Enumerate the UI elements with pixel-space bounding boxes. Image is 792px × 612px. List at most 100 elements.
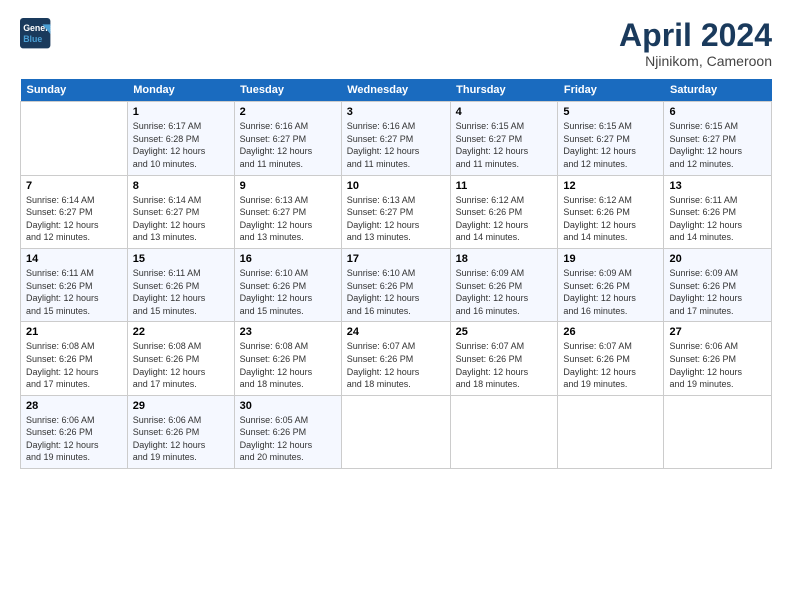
- day-info: Sunrise: 6:09 AM Sunset: 6:26 PM Dayligh…: [669, 268, 742, 316]
- day-number: 14: [26, 253, 122, 265]
- day-number: 29: [133, 400, 229, 412]
- day-info: Sunrise: 6:16 AM Sunset: 6:27 PM Dayligh…: [347, 121, 420, 169]
- day-cell: 10 Sunrise: 6:13 AM Sunset: 6:27 PM Dayli…: [341, 175, 450, 248]
- day-number: 9: [240, 180, 336, 192]
- main-title: April 2024: [619, 18, 772, 53]
- day-info: Sunrise: 6:09 AM Sunset: 6:26 PM Dayligh…: [563, 268, 636, 316]
- week-row-3: 14 Sunrise: 6:11 AM Sunset: 6:26 PM Dayli…: [21, 248, 772, 321]
- header: General Blue April 2024 Njinikom, Camero…: [20, 18, 772, 69]
- day-number: 15: [133, 253, 229, 265]
- day-cell: 22Sunrise: 6:08 AM Sunset: 6:26 PM Dayli…: [127, 322, 234, 395]
- day-info: Sunrise: 6:15 AM Sunset: 6:27 PM Dayligh…: [563, 121, 636, 169]
- day-cell: 12Sunrise: 6:12 AM Sunset: 6:26 PM Dayli…: [558, 175, 664, 248]
- header-cell-tuesday: Tuesday: [234, 79, 341, 102]
- day-info: Sunrise: 6:14 AM Sunset: 6:27 PM Dayligh…: [26, 195, 99, 243]
- day-info: Sunrise: 6:07 AM Sunset: 6:26 PM Dayligh…: [563, 341, 636, 389]
- header-cell-monday: Monday: [127, 79, 234, 102]
- day-number: 25: [456, 326, 553, 338]
- day-cell: 20 Sunrise: 6:09 AM Sunset: 6:26 PM Dayli…: [664, 248, 772, 321]
- day-cell: [21, 102, 128, 175]
- day-cell: 26 Sunrise: 6:07 AM Sunset: 6:26 PM Dayli…: [558, 322, 664, 395]
- day-cell: 27 Sunrise: 6:06 AM Sunset: 6:26 PM Dayli…: [664, 322, 772, 395]
- day-number: 12: [563, 180, 658, 192]
- day-info: Sunrise: 6:13 AM Sunset: 6:27 PM Dayligh…: [347, 195, 420, 243]
- header-cell-wednesday: Wednesday: [341, 79, 450, 102]
- day-cell: [558, 395, 664, 468]
- day-cell: [450, 395, 558, 468]
- day-info: Sunrise: 6:11 AM Sunset: 6:26 PM Dayligh…: [26, 268, 99, 316]
- day-number: 17: [347, 253, 445, 265]
- day-number: 23: [240, 326, 336, 338]
- day-info: Sunrise: 6:08 AM Sunset: 6:26 PM Dayligh…: [240, 341, 313, 389]
- day-number: 27: [669, 326, 766, 338]
- day-info: Sunrise: 6:06 AM Sunset: 6:26 PM Dayligh…: [669, 341, 742, 389]
- page: General Blue April 2024 Njinikom, Camero…: [0, 0, 792, 612]
- header-row: SundayMondayTuesdayWednesdayThursdayFrid…: [21, 79, 772, 102]
- day-info: Sunrise: 6:07 AM Sunset: 6:26 PM Dayligh…: [456, 341, 529, 389]
- day-info: Sunrise: 6:07 AM Sunset: 6:26 PM Dayligh…: [347, 341, 420, 389]
- title-block: April 2024 Njinikom, Cameroon: [619, 18, 772, 69]
- logo-icon: General Blue: [20, 18, 52, 50]
- day-info: Sunrise: 6:06 AM Sunset: 6:26 PM Dayligh…: [26, 415, 99, 463]
- calendar-body: 1Sunrise: 6:17 AM Sunset: 6:28 PM Daylig…: [21, 102, 772, 469]
- day-cell: 5Sunrise: 6:15 AM Sunset: 6:27 PM Daylig…: [558, 102, 664, 175]
- day-number: 10: [347, 180, 445, 192]
- header-cell-sunday: Sunday: [21, 79, 128, 102]
- day-info: Sunrise: 6:08 AM Sunset: 6:26 PM Dayligh…: [133, 341, 206, 389]
- day-cell: 24 Sunrise: 6:07 AM Sunset: 6:26 PM Dayli…: [341, 322, 450, 395]
- day-number: 20: [669, 253, 766, 265]
- day-info: Sunrise: 6:14 AM Sunset: 6:27 PM Dayligh…: [133, 195, 206, 243]
- day-info: Sunrise: 6:05 AM Sunset: 6:26 PM Dayligh…: [240, 415, 313, 463]
- svg-text:Blue: Blue: [23, 34, 42, 44]
- day-cell: 3 Sunrise: 6:16 AM Sunset: 6:27 PM Daylig…: [341, 102, 450, 175]
- day-cell: 7Sunrise: 6:14 AM Sunset: 6:27 PM Daylig…: [21, 175, 128, 248]
- day-cell: [341, 395, 450, 468]
- day-cell: 6 Sunrise: 6:15 AM Sunset: 6:27 PM Daylig…: [664, 102, 772, 175]
- day-info: Sunrise: 6:08 AM Sunset: 6:26 PM Dayligh…: [26, 341, 99, 389]
- day-number: 19: [563, 253, 658, 265]
- day-number: 2: [240, 106, 336, 118]
- day-cell: 28Sunrise: 6:06 AM Sunset: 6:26 PM Dayli…: [21, 395, 128, 468]
- day-number: 16: [240, 253, 336, 265]
- day-number: 4: [456, 106, 553, 118]
- day-cell: 25 Sunrise: 6:07 AM Sunset: 6:26 PM Dayli…: [450, 322, 558, 395]
- day-cell: 18Sunrise: 6:09 AM Sunset: 6:26 PM Dayli…: [450, 248, 558, 321]
- day-number: 30: [240, 400, 336, 412]
- day-cell: 14 Sunrise: 6:11 AM Sunset: 6:26 PM Dayli…: [21, 248, 128, 321]
- day-cell: 1Sunrise: 6:17 AM Sunset: 6:28 PM Daylig…: [127, 102, 234, 175]
- day-info: Sunrise: 6:11 AM Sunset: 6:26 PM Dayligh…: [669, 195, 742, 243]
- day-cell: 8 Sunrise: 6:14 AM Sunset: 6:27 PM Daylig…: [127, 175, 234, 248]
- day-cell: 19 Sunrise: 6:09 AM Sunset: 6:26 PM Dayli…: [558, 248, 664, 321]
- day-number: 6: [669, 106, 766, 118]
- day-info: Sunrise: 6:13 AM Sunset: 6:27 PM Dayligh…: [240, 195, 313, 243]
- week-row-2: 7Sunrise: 6:14 AM Sunset: 6:27 PM Daylig…: [21, 175, 772, 248]
- week-row-5: 28Sunrise: 6:06 AM Sunset: 6:26 PM Dayli…: [21, 395, 772, 468]
- day-number: 21: [26, 326, 122, 338]
- sub-title: Njinikom, Cameroon: [619, 53, 772, 69]
- day-cell: [664, 395, 772, 468]
- day-cell: 15Sunrise: 6:11 AM Sunset: 6:26 PM Dayli…: [127, 248, 234, 321]
- day-number: 1: [133, 106, 229, 118]
- day-info: Sunrise: 6:09 AM Sunset: 6:26 PM Dayligh…: [456, 268, 529, 316]
- calendar-table: SundayMondayTuesdayWednesdayThursdayFrid…: [20, 79, 772, 469]
- calendar-header: SundayMondayTuesdayWednesdayThursdayFrid…: [21, 79, 772, 102]
- logo: General Blue: [20, 18, 52, 50]
- day-info: Sunrise: 6:15 AM Sunset: 6:27 PM Dayligh…: [669, 121, 742, 169]
- day-cell: 2Sunrise: 6:16 AM Sunset: 6:27 PM Daylig…: [234, 102, 341, 175]
- day-cell: 9 Sunrise: 6:13 AM Sunset: 6:27 PM Daylig…: [234, 175, 341, 248]
- day-cell: 16Sunrise: 6:10 AM Sunset: 6:26 PM Dayli…: [234, 248, 341, 321]
- day-cell: 23 Sunrise: 6:08 AM Sunset: 6:26 PM Dayli…: [234, 322, 341, 395]
- week-row-4: 21 Sunrise: 6:08 AM Sunset: 6:26 PM Dayli…: [21, 322, 772, 395]
- header-cell-thursday: Thursday: [450, 79, 558, 102]
- day-info: Sunrise: 6:15 AM Sunset: 6:27 PM Dayligh…: [456, 121, 529, 169]
- day-cell: 13Sunrise: 6:11 AM Sunset: 6:26 PM Dayli…: [664, 175, 772, 248]
- day-number: 26: [563, 326, 658, 338]
- day-number: 24: [347, 326, 445, 338]
- day-info: Sunrise: 6:06 AM Sunset: 6:26 PM Dayligh…: [133, 415, 206, 463]
- day-number: 8: [133, 180, 229, 192]
- day-number: 3: [347, 106, 445, 118]
- header-cell-friday: Friday: [558, 79, 664, 102]
- week-row-1: 1Sunrise: 6:17 AM Sunset: 6:28 PM Daylig…: [21, 102, 772, 175]
- header-cell-saturday: Saturday: [664, 79, 772, 102]
- day-cell: 29 Sunrise: 6:06 AM Sunset: 6:26 PM Dayli…: [127, 395, 234, 468]
